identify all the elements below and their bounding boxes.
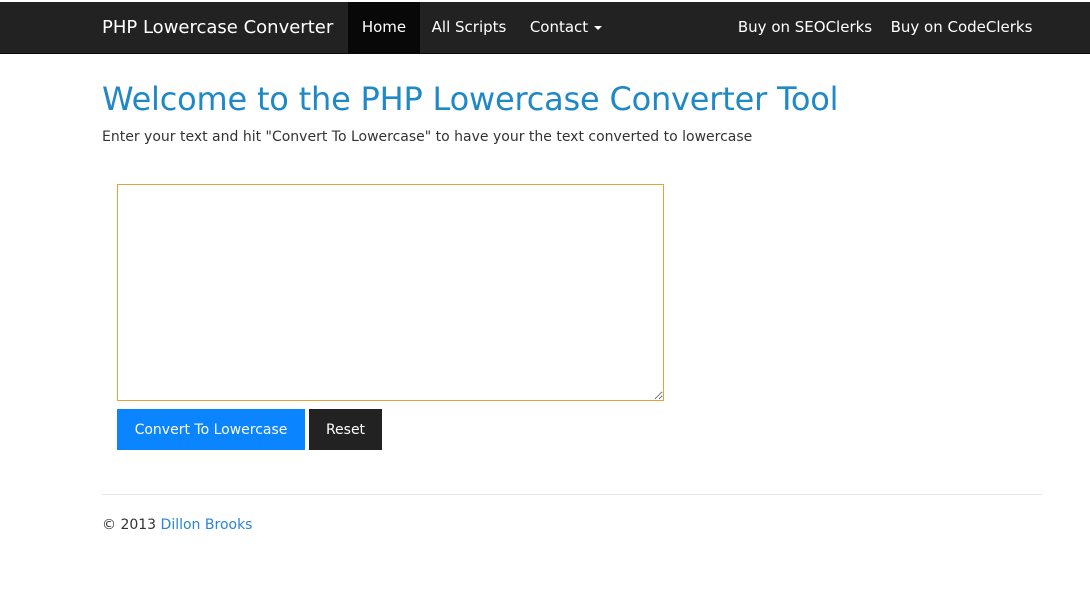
nav-item-home[interactable]: Home	[348, 2, 420, 53]
top-navbar: PHP Lowercase Converter Home All Scripts…	[0, 2, 1090, 54]
footer-divider	[102, 494, 1042, 495]
nav-item-all-scripts[interactable]: All Scripts	[420, 2, 518, 53]
page-title: Welcome to the PHP Lowercase Converter T…	[102, 80, 839, 118]
caret-down-icon	[594, 25, 603, 30]
nav-item-label: Contact	[529, 18, 589, 36]
footer: © 2013 Dillon Brooks	[102, 517, 252, 533]
nav-item-buy-codeclerks[interactable]: Buy on CodeClerks	[881, 2, 1042, 53]
author-link[interactable]: Dillon Brooks	[161, 517, 253, 533]
text-input-area[interactable]	[117, 184, 664, 401]
nav-item-label: Home	[361, 18, 407, 36]
nav-item-label: Buy on SEOClerks	[737, 18, 873, 36]
intro-text: Enter your text and hit "Convert To Lowe…	[102, 129, 753, 145]
navbar-brand[interactable]: PHP Lowercase Converter	[102, 2, 333, 53]
nav-item-buy-seoclerks[interactable]: Buy on SEOClerks	[729, 2, 881, 53]
convert-button[interactable]: Convert To Lowercase	[117, 409, 305, 450]
copyright-text: © 2013	[102, 517, 157, 533]
nav-item-contact-dropdown[interactable]: Contact	[518, 2, 614, 53]
nav-item-label: All Scripts	[431, 18, 507, 36]
reset-button[interactable]: Reset	[309, 409, 382, 450]
nav-item-label: Buy on CodeClerks	[890, 18, 1033, 36]
